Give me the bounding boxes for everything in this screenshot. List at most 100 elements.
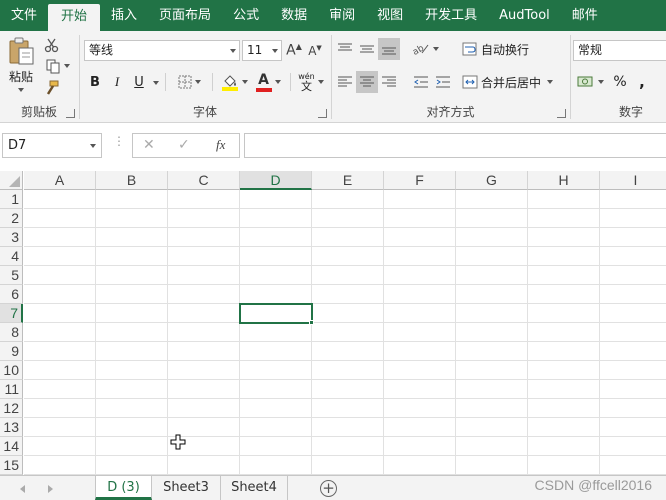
- cell-b9[interactable]: [96, 342, 168, 361]
- active-cell[interactable]: [239, 303, 313, 324]
- cell-f7[interactable]: [384, 304, 456, 323]
- name-box[interactable]: D7: [2, 133, 102, 158]
- cell-d5[interactable]: [240, 266, 312, 285]
- cell-e15[interactable]: [312, 456, 384, 475]
- cell-g4[interactable]: [456, 247, 528, 266]
- cell-i1[interactable]: [600, 190, 666, 209]
- cell-h7[interactable]: [528, 304, 600, 323]
- paste-dropdown-icon[interactable]: [18, 88, 24, 92]
- cell-c8[interactable]: [168, 323, 240, 342]
- select-all-button[interactable]: [0, 171, 23, 190]
- middle-align-button[interactable]: [356, 38, 378, 60]
- cell-e2[interactable]: [312, 209, 384, 228]
- cell-a3[interactable]: [24, 228, 96, 247]
- row-header-11[interactable]: 11: [0, 380, 23, 399]
- cell-d1[interactable]: [240, 190, 312, 209]
- cell-c4[interactable]: [168, 247, 240, 266]
- column-header-c[interactable]: C: [168, 171, 240, 190]
- cell-d9[interactable]: [240, 342, 312, 361]
- clipboard-launcher-icon[interactable]: [66, 109, 75, 118]
- alignment-launcher-icon[interactable]: [557, 109, 566, 118]
- column-header-b[interactable]: B: [96, 171, 168, 190]
- cell-i4[interactable]: [600, 247, 666, 266]
- font-launcher-icon[interactable]: [318, 109, 327, 118]
- cell-f3[interactable]: [384, 228, 456, 247]
- cell-f14[interactable]: [384, 437, 456, 456]
- row-header-4[interactable]: 4: [0, 247, 23, 266]
- paste-button[interactable]: 粘贴: [4, 35, 38, 93]
- cell-c1[interactable]: [168, 190, 240, 209]
- row-header-12[interactable]: 12: [0, 399, 23, 418]
- row-header-7[interactable]: 7: [0, 304, 23, 323]
- increase-indent-button[interactable]: [432, 71, 454, 93]
- cell-d13[interactable]: [240, 418, 312, 437]
- borders-button[interactable]: [172, 71, 206, 93]
- tab-insert[interactable]: 插入: [100, 0, 148, 31]
- cell-f10[interactable]: [384, 361, 456, 380]
- cell-h5[interactable]: [528, 266, 600, 285]
- cell-h8[interactable]: [528, 323, 600, 342]
- cell-b11[interactable]: [96, 380, 168, 399]
- cell-d11[interactable]: [240, 380, 312, 399]
- merge-center-button[interactable]: 合并后居中: [462, 72, 558, 92]
- cell-b12[interactable]: [96, 399, 168, 418]
- tab-review[interactable]: 审阅: [318, 0, 366, 31]
- fill-color-button[interactable]: [217, 71, 251, 93]
- cell-i6[interactable]: [600, 285, 666, 304]
- row-header-2[interactable]: 2: [0, 209, 23, 228]
- cell-b13[interactable]: [96, 418, 168, 437]
- resize-handle-icon[interactable]: ⋮: [113, 135, 125, 153]
- cell-f11[interactable]: [384, 380, 456, 399]
- sheet-next-icon[interactable]: [48, 485, 53, 493]
- font-name-select[interactable]: 等线: [84, 40, 240, 61]
- cell-h10[interactable]: [528, 361, 600, 380]
- cell-f4[interactable]: [384, 247, 456, 266]
- cell-b7[interactable]: [96, 304, 168, 323]
- cell-c6[interactable]: [168, 285, 240, 304]
- percent-style-button[interactable]: %: [609, 71, 631, 93]
- cell-a8[interactable]: [24, 323, 96, 342]
- cell-d15[interactable]: [240, 456, 312, 475]
- decrease-font-button[interactable]: A▼: [306, 40, 324, 61]
- row-header-6[interactable]: 6: [0, 285, 23, 304]
- cell-h12[interactable]: [528, 399, 600, 418]
- phonetic-guide-button[interactable]: wén 文: [294, 69, 328, 95]
- formula-input[interactable]: [244, 133, 666, 158]
- column-header-i[interactable]: I: [600, 171, 666, 190]
- cell-a1[interactable]: [24, 190, 96, 209]
- cell-h1[interactable]: [528, 190, 600, 209]
- align-center-button[interactable]: [356, 71, 378, 93]
- cell-e9[interactable]: [312, 342, 384, 361]
- cell-h2[interactable]: [528, 209, 600, 228]
- top-align-button[interactable]: [334, 38, 356, 60]
- cell-c5[interactable]: [168, 266, 240, 285]
- cell-b1[interactable]: [96, 190, 168, 209]
- cell-f2[interactable]: [384, 209, 456, 228]
- tab-mail[interactable]: 邮件: [561, 0, 609, 31]
- row-header-8[interactable]: 8: [0, 323, 23, 342]
- comma-style-button[interactable]: ,: [631, 71, 653, 93]
- cancel-icon[interactable]: ✕: [143, 137, 155, 153]
- cell-a15[interactable]: [24, 456, 96, 475]
- cell-c12[interactable]: [168, 399, 240, 418]
- cell-g15[interactable]: [456, 456, 528, 475]
- cell-f15[interactable]: [384, 456, 456, 475]
- cell-a6[interactable]: [24, 285, 96, 304]
- cell-a5[interactable]: [24, 266, 96, 285]
- cell-b3[interactable]: [96, 228, 168, 247]
- cell-e3[interactable]: [312, 228, 384, 247]
- cell-h9[interactable]: [528, 342, 600, 361]
- cell-e14[interactable]: [312, 437, 384, 456]
- cell-e12[interactable]: [312, 399, 384, 418]
- cell-d4[interactable]: [240, 247, 312, 266]
- cell-h6[interactable]: [528, 285, 600, 304]
- cell-f13[interactable]: [384, 418, 456, 437]
- column-header-g[interactable]: G: [456, 171, 528, 190]
- increase-font-button[interactable]: A▲: [285, 40, 303, 61]
- cell-h11[interactable]: [528, 380, 600, 399]
- cell-g11[interactable]: [456, 380, 528, 399]
- row-header-15[interactable]: 15: [0, 456, 23, 475]
- cell-h15[interactable]: [528, 456, 600, 475]
- add-sheet-button[interactable]: +: [320, 480, 337, 497]
- cell-i8[interactable]: [600, 323, 666, 342]
